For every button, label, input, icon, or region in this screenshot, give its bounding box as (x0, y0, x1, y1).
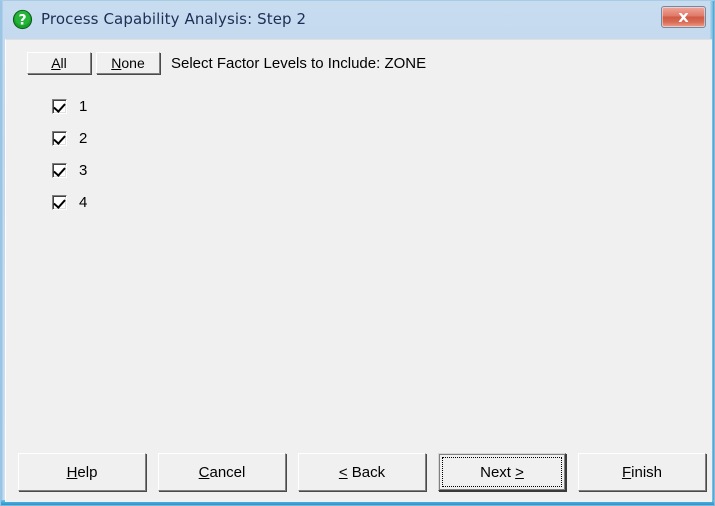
cancel-rest: ancel (209, 463, 246, 481)
prompt-label: Select Factor Levels to Include: ZONE (171, 55, 427, 72)
svg-text:?: ? (18, 13, 26, 29)
select-all-button[interactable]: All (27, 52, 91, 74)
window-title: Process Capability Analysis: Step 2 (41, 10, 307, 28)
window-frame-left (1, 1, 4, 505)
back-button-label: < Back (339, 464, 385, 481)
help-rest: elp (77, 463, 98, 481)
select-all-accel: A (51, 55, 61, 71)
dialog-window: ? Process Capability Analysis: Step 2 Al… (0, 0, 715, 506)
next-accel: > (515, 463, 524, 481)
dialog-client-area: All None Select Factor Levels to Include… (5, 39, 712, 502)
back-button[interactable]: < Back (298, 453, 426, 491)
next-prefix: Next (480, 463, 516, 481)
close-button[interactable] (661, 6, 706, 28)
back-rest: Back (347, 463, 386, 481)
list-item[interactable]: 1 (52, 90, 87, 122)
list-item[interactable]: 3 (52, 154, 87, 186)
cancel-accel: C (198, 463, 210, 481)
checkbox-level-2[interactable] (52, 130, 67, 146)
checkbox-label: 2 (79, 129, 88, 147)
back-accel: < (338, 463, 348, 481)
cancel-button-label: Cancel (199, 464, 246, 481)
checkbox-level-4[interactable] (52, 194, 67, 210)
next-focus-ring: Next > (442, 457, 562, 487)
checkbox-level-1[interactable] (52, 98, 67, 114)
finish-rest: inish (631, 463, 663, 481)
help-accel: H (66, 463, 78, 481)
next-button[interactable]: Next > (438, 453, 566, 491)
finish-button-label: Finish (622, 464, 662, 481)
list-item[interactable]: 4 (52, 186, 87, 218)
list-item[interactable]: 2 (52, 122, 87, 154)
next-button-label: Next > (480, 464, 524, 481)
help-button[interactable]: Help (18, 453, 146, 491)
select-none-button[interactable]: None (96, 52, 160, 74)
help-button-label: Help (67, 464, 98, 481)
select-none-label: None (111, 55, 144, 71)
dialog-footer: Help Cancel < Back Next > Finish (6, 453, 712, 493)
select-all-rest: ll (60, 55, 67, 71)
close-icon (678, 12, 689, 22)
factor-levels-list: 1 2 3 4 (52, 90, 87, 218)
finish-accel: F (621, 463, 632, 481)
select-none-accel: N (111, 55, 122, 71)
checkbox-label: 4 (79, 193, 88, 211)
checkbox-label: 3 (79, 161, 88, 179)
question-mark-icon: ? (12, 9, 33, 30)
select-none-rest: one (121, 55, 145, 71)
finish-button[interactable]: Finish (578, 453, 706, 491)
cancel-button[interactable]: Cancel (158, 453, 286, 491)
title-bar: ? Process Capability Analysis: Step 2 (1, 1, 715, 39)
select-all-label: All (51, 55, 67, 71)
checkbox-label: 1 (79, 97, 88, 115)
checkbox-level-3[interactable] (52, 162, 67, 178)
